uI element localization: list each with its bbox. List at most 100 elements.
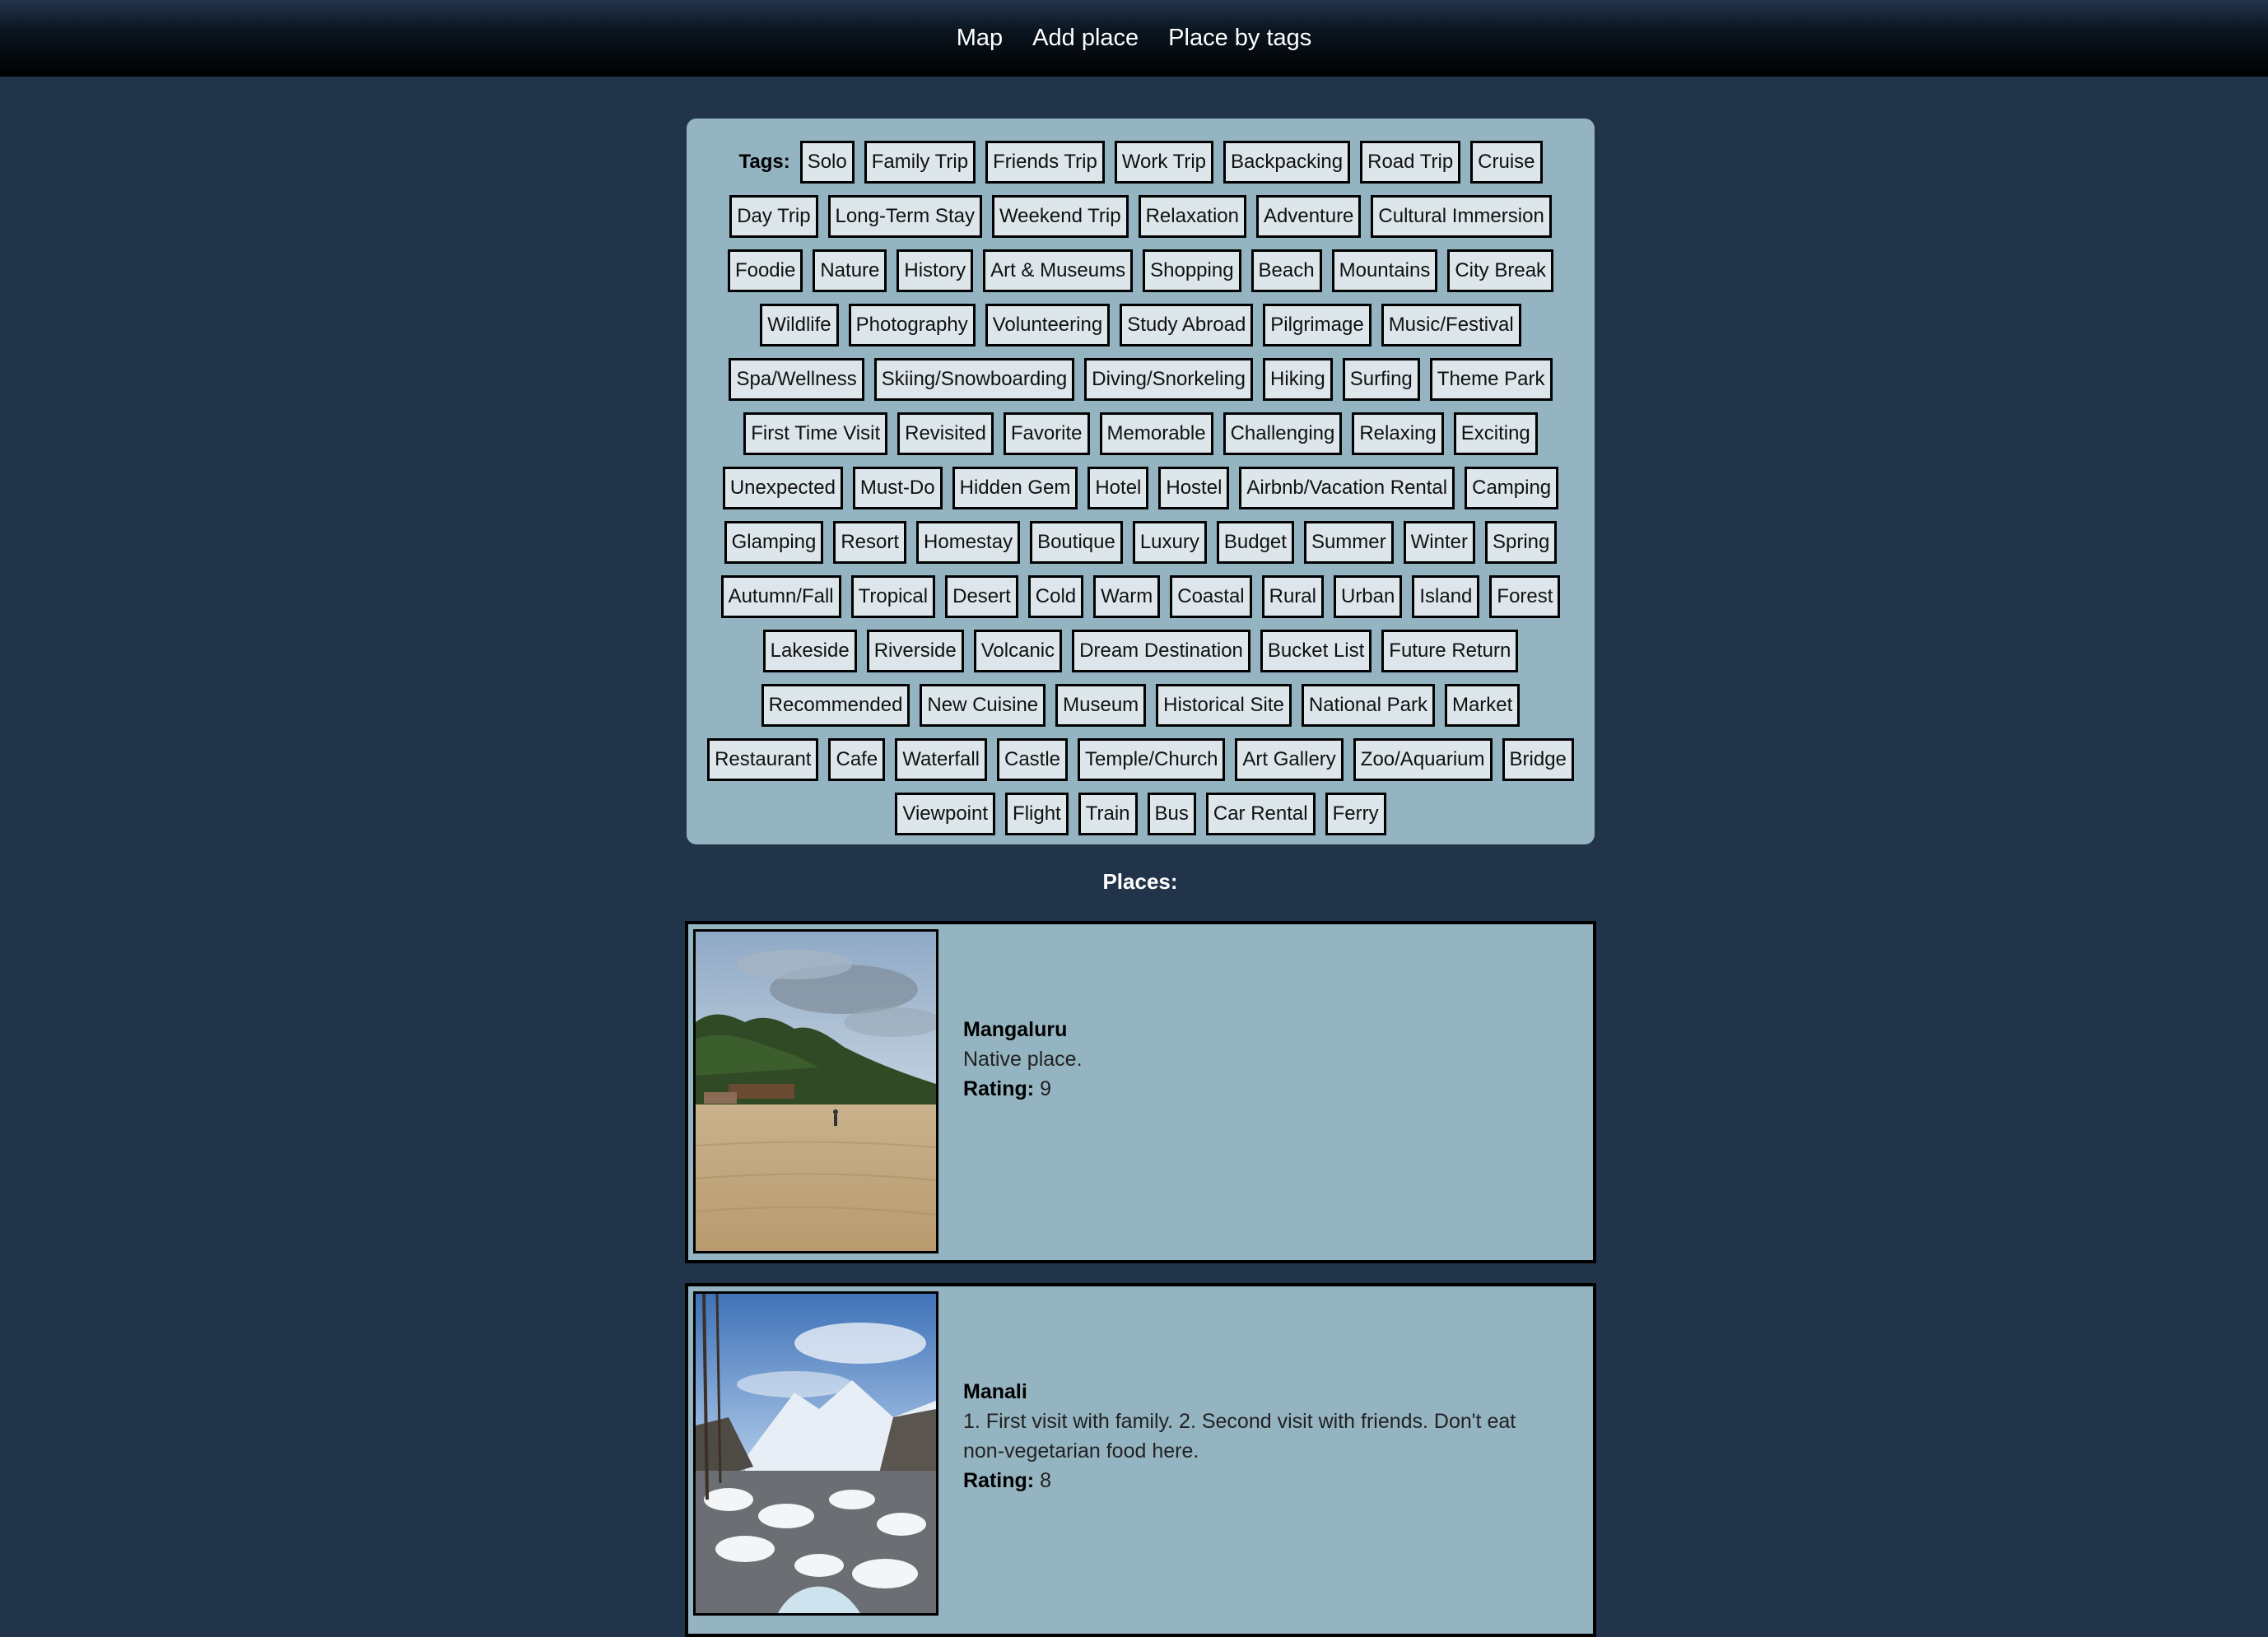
tag-button[interactable]: Wildlife — [760, 304, 839, 346]
tag-button[interactable]: Summer — [1303, 521, 1394, 564]
tag-button[interactable]: Hiking — [1263, 358, 1333, 401]
tag-button[interactable]: Photography — [848, 304, 976, 346]
tag-button[interactable]: Winter — [1403, 521, 1475, 564]
tag-button[interactable]: Rural — [1261, 575, 1324, 618]
tag-button[interactable]: Dream Destination — [1072, 630, 1250, 672]
tag-button[interactable]: Cold — [1027, 575, 1084, 618]
tag-button[interactable]: Castle — [996, 738, 1069, 781]
tag-button[interactable]: Bucket List — [1260, 630, 1372, 672]
tag-button[interactable]: Train — [1078, 793, 1138, 835]
tag-button[interactable]: Airbnb/Vacation Rental — [1239, 467, 1455, 509]
tag-button[interactable]: Luxury — [1132, 521, 1207, 564]
tag-button[interactable]: Boutique — [1030, 521, 1123, 564]
tag-button[interactable]: Solo — [799, 141, 855, 184]
tag-button[interactable]: Memorable — [1099, 412, 1213, 455]
tag-button[interactable]: Forest — [1489, 575, 1561, 618]
tag-button[interactable]: Museum — [1055, 684, 1147, 727]
tag-button[interactable]: Relaxing — [1352, 412, 1444, 455]
tag-button[interactable]: Glamping — [724, 521, 824, 564]
tag-button[interactable]: Spring — [1484, 521, 1558, 564]
tag-button[interactable]: Spa/Wellness — [729, 358, 864, 401]
tag-button[interactable]: Beach — [1250, 249, 1322, 292]
tag-button[interactable]: Revisited — [897, 412, 994, 455]
tag-button[interactable]: Family Trip — [864, 141, 976, 184]
tag-button[interactable]: Day Trip — [729, 195, 818, 238]
tag-button[interactable]: Lakeside — [762, 630, 857, 672]
tag-button[interactable]: Mountains — [1331, 249, 1438, 292]
tag-button[interactable]: Future Return — [1381, 630, 1519, 672]
rating-value: 9 — [1040, 1077, 1051, 1100]
tag-button[interactable]: City Break — [1447, 249, 1554, 292]
tag-button[interactable]: Cafe — [828, 738, 886, 781]
tag-button[interactable]: Warm — [1093, 575, 1161, 618]
tag-button[interactable]: Friends Trip — [985, 141, 1105, 184]
nav-link-place-by-tags[interactable]: Place by tags — [1153, 25, 1326, 52]
tag-button[interactable]: Surfing — [1342, 358, 1420, 401]
tag-button[interactable]: Island — [1412, 575, 1480, 618]
tag-button[interactable]: Volunteering — [985, 304, 1111, 346]
tag-button[interactable]: First Time Visit — [743, 412, 888, 455]
tag-button[interactable]: Relaxation — [1138, 195, 1246, 238]
tag-button[interactable]: Theme Park — [1429, 358, 1553, 401]
nav-link-map[interactable]: Map — [942, 25, 1018, 52]
tag-button[interactable]: Shopping — [1143, 249, 1241, 292]
tag-button[interactable]: Restaurant — [707, 738, 819, 781]
tag-button[interactable]: New Cuisine — [920, 684, 1046, 727]
tag-button[interactable]: Viewpoint — [895, 793, 996, 835]
tag-button[interactable]: Foodie — [727, 249, 803, 292]
tag-button[interactable]: Budget — [1216, 521, 1294, 564]
tag-button[interactable]: Adventure — [1256, 195, 1362, 238]
tag-button[interactable]: Market — [1444, 684, 1521, 727]
tag-button[interactable]: Camping — [1465, 467, 1559, 509]
tag-button[interactable]: Hotel — [1087, 467, 1149, 509]
tag-row: Spa/Wellness Skiing/Snowboarding Diving/Sn… — [687, 352, 1595, 407]
tag-button[interactable]: Weekend Trip — [991, 195, 1129, 238]
place-card[interactable]: Manali 1. First visit with family. 2. Se… — [685, 1283, 1596, 1637]
tag-button[interactable]: Urban — [1333, 575, 1403, 618]
tag-button[interactable]: Diving/Snorkeling — [1084, 358, 1254, 401]
tag-button[interactable]: Autumn/Fall — [720, 575, 841, 618]
nav-link-add-place[interactable]: Add place — [1018, 25, 1153, 52]
tag-button[interactable]: Waterfall — [895, 738, 987, 781]
tag-button[interactable]: Study Abroad — [1120, 304, 1254, 346]
tag-button[interactable]: Zoo/Aquarium — [1353, 738, 1493, 781]
tag-button[interactable]: Hidden Gem — [952, 467, 1078, 509]
tag-button[interactable]: Backpacking — [1223, 141, 1351, 184]
tag-button[interactable]: Resort — [833, 521, 907, 564]
tag-button[interactable]: Road Trip — [1360, 141, 1461, 184]
tag-button[interactable]: Tropical — [850, 575, 936, 618]
tag-button[interactable]: Bus — [1147, 793, 1196, 835]
tag-button[interactable]: Ferry — [1325, 793, 1386, 835]
tag-button[interactable]: Art & Museums — [983, 249, 1134, 292]
tag-button[interactable]: Favorite — [1003, 412, 1090, 455]
tag-button[interactable]: Flight — [1005, 793, 1069, 835]
tag-button[interactable]: Challenging — [1222, 412, 1343, 455]
tag-button[interactable]: Homestay — [916, 521, 1021, 564]
tag-button[interactable]: Art Gallery — [1235, 738, 1344, 781]
tag-button[interactable]: Coastal — [1170, 575, 1252, 618]
places-heading: Places: — [1102, 869, 1178, 894]
tag-button[interactable]: Historical Site — [1156, 684, 1292, 727]
tag-button[interactable]: Skiing/Snowboarding — [873, 358, 1075, 401]
tag-button[interactable]: Hostel — [1158, 467, 1230, 509]
place-card[interactable]: Mangaluru Native place. Rating: 9 — [685, 921, 1596, 1263]
tag-button[interactable]: Cruise — [1470, 141, 1543, 184]
tag-button[interactable]: Cultural Immersion — [1371, 195, 1552, 238]
tag-button[interactable]: Temple/Church — [1078, 738, 1226, 781]
tag-button[interactable]: National Park — [1301, 684, 1435, 727]
tag-button[interactable]: Music/Festival — [1381, 304, 1521, 346]
tag-button[interactable]: Bridge — [1502, 738, 1574, 781]
tag-button[interactable]: Volcanic — [973, 630, 1063, 672]
tag-button[interactable]: Desert — [945, 575, 1018, 618]
tag-button[interactable]: Exciting — [1453, 412, 1538, 455]
tag-button[interactable]: Riverside — [866, 630, 964, 672]
tag-button[interactable]: Work Trip — [1114, 141, 1214, 184]
tag-button[interactable]: Unexpected — [722, 467, 843, 509]
tag-button[interactable]: Must-Do — [852, 467, 943, 509]
tag-button[interactable]: Long-Term Stay — [827, 195, 982, 238]
tag-button[interactable]: Recommended — [761, 684, 910, 727]
tag-button[interactable]: Car Rental — [1205, 793, 1316, 835]
tag-button[interactable]: History — [896, 249, 974, 292]
tag-button[interactable]: Nature — [813, 249, 887, 292]
tag-button[interactable]: Pilgrimage — [1263, 304, 1372, 346]
